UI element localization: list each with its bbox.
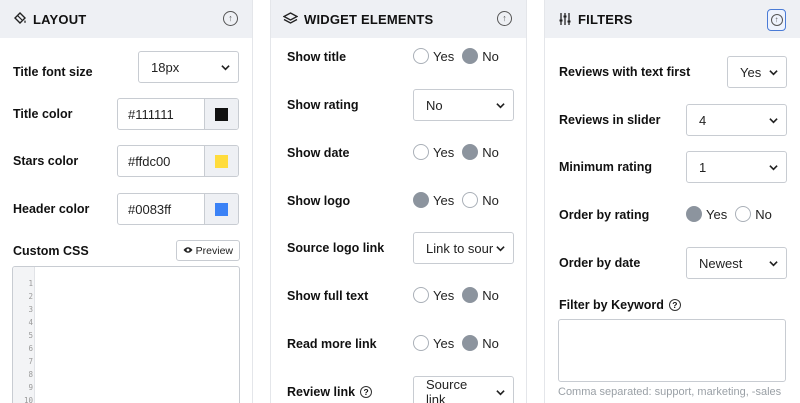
reviews-in-slider-label: Reviews in slider <box>559 113 661 127</box>
layout-title: LAYOUT <box>33 11 87 27</box>
show-logo-no[interactable]: No <box>462 192 499 208</box>
chevron-down-icon <box>769 261 778 267</box>
custom-css-label: Custom CSS <box>13 244 89 258</box>
review-link-label: Review link <box>287 385 356 399</box>
collapse-up-icon[interactable]: ↑ <box>497 11 512 26</box>
title-color-field[interactable]: #111111 <box>117 98 239 130</box>
show-full-text-label: Show full text <box>287 289 369 303</box>
show-date-yes[interactable]: Yes <box>413 144 454 160</box>
widget-elements-title: WIDGET ELEMENTS <box>304 11 434 27</box>
title-font-size-label: Title font size <box>13 65 93 79</box>
chevron-down-icon <box>769 165 778 171</box>
custom-css-editor[interactable]: 1 2 3 4 5 6 7 8 9 10 <box>12 266 240 403</box>
eye-icon <box>183 245 193 257</box>
show-title-yes[interactable]: Yes <box>413 48 454 64</box>
help-icon[interactable]: ? <box>668 299 681 311</box>
reviews-text-first-label: Reviews with text first <box>559 65 691 79</box>
show-logo-label: Show logo <box>287 194 351 208</box>
order-by-date-select[interactable]: Newest <box>686 247 787 279</box>
preview-button[interactable]: Preview <box>175 240 240 261</box>
order-by-rating-radios: Yes No <box>686 206 780 222</box>
order-by-rating-no[interactable]: No <box>735 206 772 222</box>
paint-bucket-icon <box>12 12 27 27</box>
read-more-link-yes[interactable]: Yes <box>413 335 454 351</box>
title-font-size-select[interactable]: 18px <box>138 51 239 83</box>
line-number-gutter: 1 2 3 4 5 6 7 8 9 10 <box>13 267 35 403</box>
reviews-text-first-select[interactable]: Yes <box>727 56 787 88</box>
chevron-down-icon <box>221 65 230 71</box>
title-color-label: Title color <box>13 107 73 121</box>
widget-panel-header: WIDGET ELEMENTS ↑ <box>271 0 526 38</box>
header-color-label: Header color <box>13 202 90 216</box>
collapse-up-icon[interactable]: ↑ <box>767 9 786 31</box>
minimum-rating-select[interactable]: 1 <box>686 151 787 183</box>
filter-keyword-textarea[interactable] <box>558 319 786 382</box>
filter-keyword-label: Filter by Keyword <box>559 298 664 312</box>
filters-title: FILTERS <box>578 11 633 27</box>
show-title-no[interactable]: No <box>462 48 499 64</box>
show-full-text-yes[interactable]: Yes <box>413 287 454 303</box>
stars-color-label: Stars color <box>13 154 79 168</box>
reviews-in-slider-select[interactable]: 4 <box>686 104 787 136</box>
header-color-field[interactable]: #0083ff <box>117 193 239 225</box>
minimum-rating-label: Minimum rating <box>559 160 653 174</box>
header-color-swatch[interactable] <box>204 194 238 224</box>
filter-keyword-hint: Comma separated: support, marketing, -sa… <box>558 386 782 398</box>
order-by-rating-label: Order by rating <box>559 208 650 222</box>
order-by-rating-yes[interactable]: Yes <box>686 206 727 222</box>
filters-panel: FILTERS ↑ Reviews with text first Yes Re… <box>544 0 800 403</box>
layout-panel-header: LAYOUT ↑ <box>0 0 252 38</box>
chevron-down-icon <box>496 390 505 396</box>
chevron-down-icon <box>769 70 778 76</box>
widget-elements-panel: WIDGET ELEMENTS ↑ Show title Yes No Show… <box>270 0 527 403</box>
filters-panel-header: FILTERS ↑ <box>545 0 800 38</box>
read-more-link-no[interactable]: No <box>462 335 499 351</box>
layout-panel: LAYOUT ↑ Title font size 18px Title colo… <box>0 0 253 403</box>
title-color-swatch[interactable] <box>204 99 238 129</box>
show-logo-yes[interactable]: Yes <box>413 192 454 208</box>
order-by-date-label: Order by date <box>559 256 641 270</box>
show-title-label: Show title <box>287 50 347 64</box>
source-logo-link-select[interactable]: Link to sour <box>413 232 514 264</box>
chevron-down-icon <box>496 103 505 109</box>
chevron-down-icon <box>769 118 778 124</box>
show-logo-radios: Yes No <box>413 192 507 208</box>
show-date-radios: Yes No <box>413 144 507 160</box>
show-rating-select[interactable]: No <box>413 89 514 121</box>
layers-icon <box>283 12 298 27</box>
show-date-label: Show date <box>287 146 350 160</box>
sliders-icon <box>557 12 572 27</box>
read-more-link-label: Read more link <box>287 337 377 351</box>
show-full-text-no[interactable]: No <box>462 287 499 303</box>
stars-color-swatch[interactable] <box>204 146 238 176</box>
stars-color-field[interactable]: #ffdc00 <box>117 145 239 177</box>
review-link-select[interactable]: Source link <box>413 376 514 403</box>
help-icon[interactable]: ? <box>360 386 373 398</box>
read-more-link-radios: Yes No <box>413 335 507 351</box>
show-rating-label: Show rating <box>287 98 359 112</box>
source-logo-link-label: Source logo link <box>287 241 385 255</box>
show-date-no[interactable]: No <box>462 144 499 160</box>
chevron-down-icon <box>496 246 505 252</box>
collapse-up-icon[interactable]: ↑ <box>223 11 238 26</box>
show-full-text-radios: Yes No <box>413 287 507 303</box>
show-title-radios: Yes No <box>413 48 507 64</box>
